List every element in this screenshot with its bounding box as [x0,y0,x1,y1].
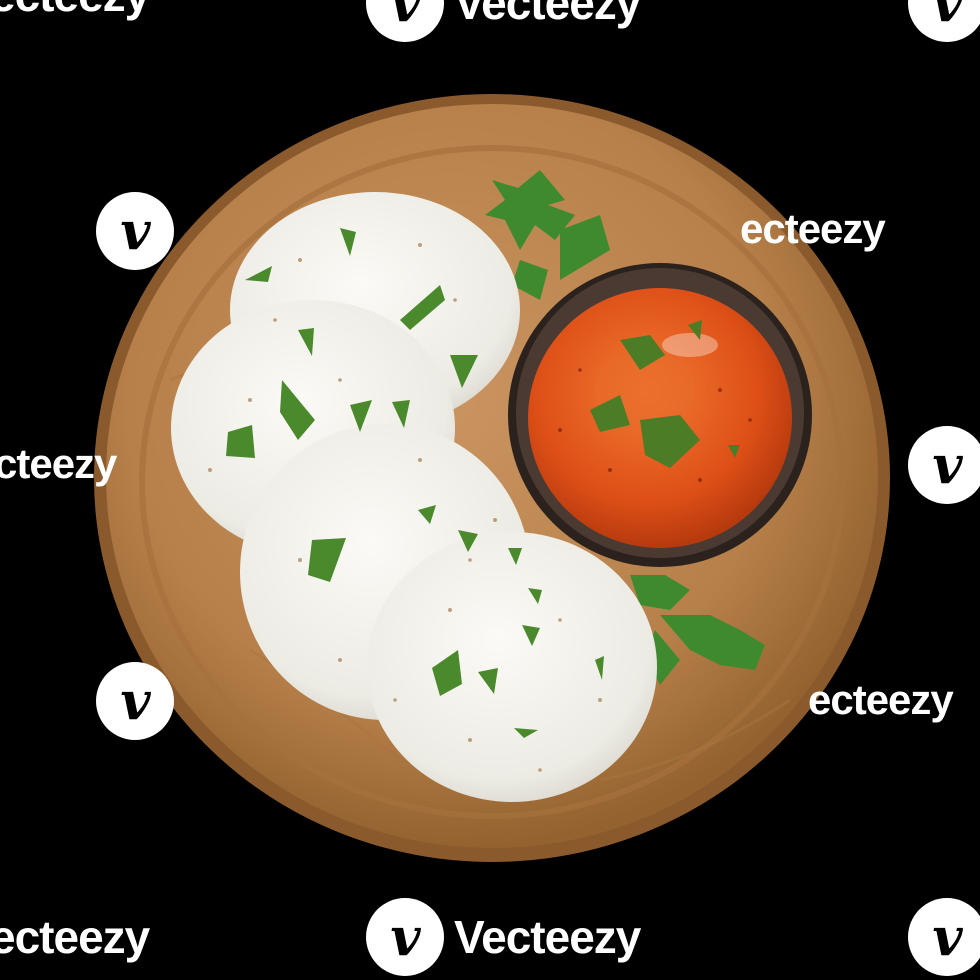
watermark-top-left: ecteezy [0,0,150,22]
watermark-lower-right: ecteezy [808,676,954,724]
watermark-mid-left: cteezy [0,440,117,488]
vecteezy-logo-icon: v [96,662,174,740]
watermark-mid-right: v [908,426,980,504]
watermark-upper-right: ecteezy [740,205,886,253]
watermark-bottom-right: v [908,898,980,976]
vecteezy-logo-icon: v [366,0,444,42]
chutney-bowl [508,263,812,567]
watermark-text: Vecteezy [454,0,641,29]
vecteezy-logo-icon: v [908,0,980,42]
watermark-top-right: v [908,0,980,42]
idli-4 [367,532,657,802]
watermark-text: Vecteezy [454,911,641,963]
vecteezy-logo-icon: v [96,192,174,270]
watermark-bottom-center: v Vecteezy [366,898,641,976]
watermark-lower-left: v [96,662,174,740]
food-photo [94,94,890,862]
watermark-text: ecteezy [808,676,954,723]
watermark-upper-left: v [96,192,174,270]
watermark-bottom-left: ecteezy [0,910,150,964]
watermark-text: ecteezy [0,911,150,963]
vecteezy-logo-icon: v [908,898,980,976]
vecteezy-logo-icon: v [908,426,980,504]
watermark-text: cteezy [0,440,117,487]
watermark-text: ecteezy [0,0,150,22]
watermark-top-center: v Vecteezy [366,0,641,42]
watermark-text: ecteezy [740,205,886,252]
vecteezy-logo-icon: v [366,898,444,976]
